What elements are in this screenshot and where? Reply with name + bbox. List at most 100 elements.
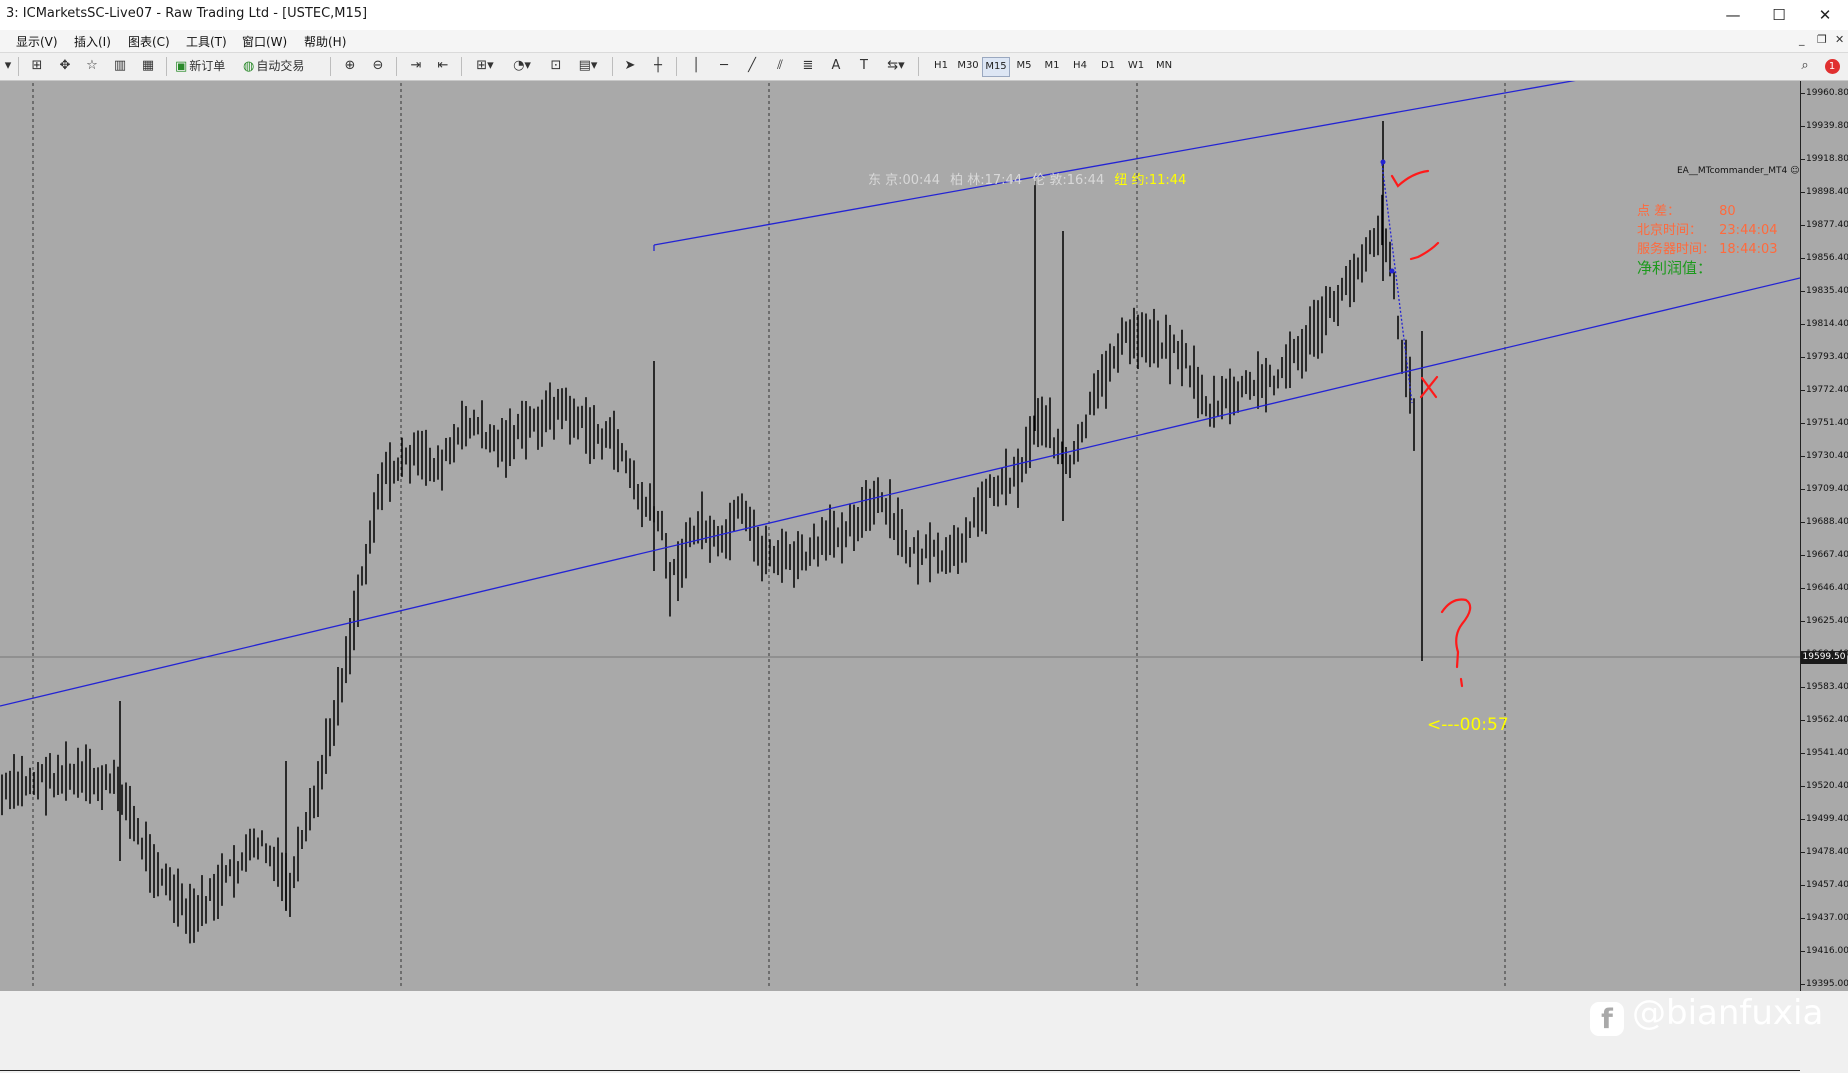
price-tick-label: 19709.40 xyxy=(1806,484,1848,494)
mdi-minimize-button[interactable]: _ xyxy=(1799,33,1805,46)
price-tick-mark xyxy=(1801,687,1805,688)
new-chart-icon[interactable]: ⊞ xyxy=(27,56,47,76)
menu-help[interactable]: 帮助(H) xyxy=(304,33,346,50)
crosshair-icon[interactable]: ┼ xyxy=(648,56,668,76)
mdi-close-button[interactable]: ✕ xyxy=(1835,33,1844,46)
search-icon[interactable]: ⌕ xyxy=(1795,56,1815,76)
auto-trading-label: 自动交易 xyxy=(256,59,305,73)
close-button[interactable]: ✕ xyxy=(1802,0,1848,30)
price-tick-mark xyxy=(1801,852,1805,853)
info-row: 点 差： 80 xyxy=(1637,200,1778,219)
price-tick-label: 19793.40 xyxy=(1806,352,1848,362)
title-bar: 3: ICMarketsSC-Live07 - Raw Trading Ltd … xyxy=(0,0,1848,31)
templates-icon[interactable]: ⊡ xyxy=(546,56,566,76)
timeframe-h1-button[interactable]: H1 xyxy=(928,57,954,75)
menu-view[interactable]: 显示(V) xyxy=(16,33,58,50)
notifications-icon[interactable]: 1 xyxy=(1822,56,1842,76)
auto-trading-button[interactable]: ◍ 自动交易 xyxy=(243,56,319,76)
timeframe-d1-button[interactable]: D1 xyxy=(1095,57,1121,75)
price-tick-label: 19877.40 xyxy=(1806,220,1848,230)
timeframe-h4-button[interactable]: H4 xyxy=(1067,57,1093,75)
price-tick-mark xyxy=(1801,258,1805,259)
terminal-icon[interactable]: ▥ xyxy=(110,56,130,76)
annotation-check-top xyxy=(1390,169,1430,188)
anchor-point[interactable] xyxy=(1389,268,1395,274)
horizontal-line-icon[interactable]: ─ xyxy=(714,56,734,76)
new-order-label: 新订单 xyxy=(189,59,226,73)
timeframe-m15-button[interactable]: M15 xyxy=(982,57,1010,77)
toolbar-separator xyxy=(676,57,677,76)
hand-drawn-annotations xyxy=(1390,169,1472,688)
channel-lower-line[interactable] xyxy=(0,277,1800,707)
channel-upper-line[interactable] xyxy=(653,81,1628,246)
price-tick-mark xyxy=(1801,291,1805,292)
price-tick-mark xyxy=(1801,819,1805,820)
bar-countdown: <---00:57 xyxy=(1427,715,1509,735)
price-tick-mark xyxy=(1801,456,1805,457)
profiles-icon[interactable]: ▤▾ xyxy=(574,56,602,76)
menu-insert[interactable]: 插入(I) xyxy=(74,33,111,50)
arrows-icon[interactable]: ⇆▾ xyxy=(882,56,910,76)
minimize-button[interactable]: — xyxy=(1710,0,1756,30)
toolbar-separator xyxy=(612,57,613,76)
indicators-icon[interactable]: ⊞▾ xyxy=(471,56,499,76)
zoom-out-icon[interactable]: ⊖ xyxy=(368,56,388,76)
text-icon[interactable]: A xyxy=(826,56,846,76)
clock-newyork: 纽 约:11:44 xyxy=(1114,173,1187,188)
timeframe-w1-button[interactable]: W1 xyxy=(1123,57,1149,75)
price-tick-mark xyxy=(1801,126,1805,127)
clock-tokyo: 东 京:00:44 xyxy=(868,173,940,188)
toolbar-separator xyxy=(166,57,167,76)
fibonacci-icon[interactable]: ≣ xyxy=(798,56,818,76)
annotation-cross xyxy=(1419,375,1439,399)
anchor-point[interactable] xyxy=(1380,159,1386,165)
price-tick-label: 19478.40 xyxy=(1806,847,1848,857)
price-tick-label: 19646.40 xyxy=(1806,583,1848,593)
price-tick-mark xyxy=(1801,555,1805,556)
price-tick-label: 19625.40 xyxy=(1806,616,1848,626)
chart-shift-icon[interactable]: ⇤ xyxy=(433,56,453,76)
menu-charts[interactable]: 图表(C) xyxy=(128,33,170,50)
price-chart[interactable] xyxy=(0,81,1800,991)
price-tick-label: 19416.00 xyxy=(1806,946,1848,956)
text-label-icon[interactable]: T xyxy=(854,56,874,76)
trendline-icon[interactable]: ╱ xyxy=(742,56,762,76)
menu-tools[interactable]: 工具(T) xyxy=(186,33,227,50)
info-row: 北京时间： 23:44:04 xyxy=(1637,219,1778,238)
navigator-icon[interactable]: ☆ xyxy=(82,56,102,76)
fall-trendline[interactable] xyxy=(1381,163,1413,404)
price-tick-label: 19457.40 xyxy=(1806,880,1848,890)
timeframe-m30-button[interactable]: M30 xyxy=(955,57,981,75)
price-tick-mark xyxy=(1801,753,1805,754)
maximize-button[interactable]: ☐ xyxy=(1756,0,1802,30)
price-tick-mark xyxy=(1801,192,1805,193)
price-tick-label: 19520.40 xyxy=(1806,781,1848,791)
expert-advisor-label[interactable]: EA__MTcommander_MT4 ☺ xyxy=(1677,166,1799,176)
price-tick-label: 19960.80 xyxy=(1806,88,1848,98)
timeframe-m5-button[interactable]: M5 xyxy=(1011,57,1037,75)
vertical-line-icon[interactable]: │ xyxy=(686,56,706,76)
server-time-label: 服务器时间： xyxy=(1637,242,1716,257)
periods-icon[interactable]: ◔▾ xyxy=(508,56,536,76)
zoom-in-icon[interactable]: ⊕ xyxy=(340,56,360,76)
new-order-button[interactable]: ▣ 新订单 xyxy=(175,56,237,76)
market-watch-icon[interactable]: ✥ xyxy=(55,56,75,76)
session-clock: 东 京:00:44 柏 林:17:44 伦 敦:16:44 纽 约:11:44 xyxy=(868,169,1192,188)
mdi-restore-button[interactable]: ❐ xyxy=(1817,33,1827,46)
toolbar: ▾ ⊞ ✥ ☆ ▥ ▦ ▣ 新订单 ◍ 自动交易 ⊕ ⊖ ⇥ ⇤ ⊞▾ ◔▾ ⊡ ▤… xyxy=(0,53,1848,81)
menu-window[interactable]: 窗口(W) xyxy=(242,33,287,50)
price-tick-mark xyxy=(1801,93,1805,94)
price-tick-mark xyxy=(1801,489,1805,490)
toolbar-separator xyxy=(396,57,397,76)
chart-window[interactable]: 东 京:00:44 柏 林:17:44 伦 敦:16:44 纽 约:11:44 … xyxy=(0,81,1848,1071)
info-panel: 点 差： 80 北京时间： 23:44:04 服务器时间： 18:44:03 净… xyxy=(1637,200,1778,277)
price-tick-label: 19562.40 xyxy=(1806,715,1848,725)
timeframe-m1-button[interactable]: M1 xyxy=(1039,57,1065,75)
toolbar-dropdown-icon[interactable]: ▾ xyxy=(2,56,14,76)
timeframe-mn-button[interactable]: MN xyxy=(1151,57,1177,75)
strategy-tester-icon[interactable]: ▦ xyxy=(138,56,158,76)
cursor-icon[interactable]: ➤ xyxy=(620,56,640,76)
price-axis[interactable]: 19960.80 19939.80 19918.80 19898.40 19877.40… xyxy=(1800,81,1848,991)
auto-scroll-icon[interactable]: ⇥ xyxy=(406,56,426,76)
channel-icon[interactable]: ⫽ xyxy=(770,56,790,76)
